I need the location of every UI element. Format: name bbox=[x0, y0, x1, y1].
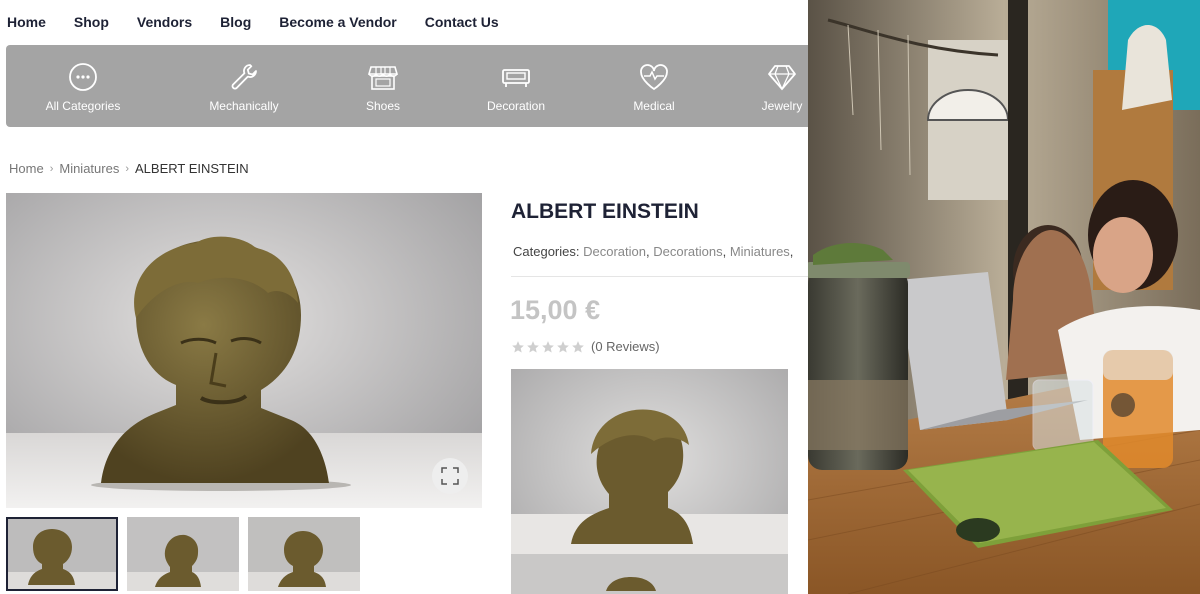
category-shoes[interactable]: Shoes bbox=[323, 61, 443, 113]
cafe-photo bbox=[808, 0, 1200, 594]
cafe-laptop-scene-image bbox=[808, 0, 1200, 594]
star-icon bbox=[512, 340, 524, 353]
categories-label: Categories: bbox=[513, 244, 580, 259]
category-bar: All Categories Mechanically Shoes Decora… bbox=[6, 45, 808, 127]
chevron-right-icon: › bbox=[49, 162, 54, 175]
chevron-right-icon: › bbox=[125, 162, 129, 175]
product-main-image[interactable] bbox=[6, 193, 482, 508]
thumbnail-1[interactable] bbox=[6, 517, 118, 591]
category-link-decoration[interactable]: Decoration bbox=[583, 244, 646, 259]
heartbeat-icon bbox=[640, 64, 668, 91]
einstein-bust-back-thumb bbox=[248, 517, 360, 591]
category-label: Shoes bbox=[365, 99, 401, 113]
thumbnail-3[interactable] bbox=[248, 517, 360, 591]
product-price: 15,00 € bbox=[510, 295, 601, 325]
breadcrumb-home[interactable]: Home bbox=[9, 161, 44, 176]
einstein-bust-side-thumb bbox=[127, 517, 239, 591]
expand-icon bbox=[441, 467, 459, 485]
breadcrumb-current: ALBERT EINSTEIN bbox=[135, 161, 249, 176]
einstein-bust-side-photo bbox=[511, 369, 788, 594]
nav-vendors[interactable]: Vendors bbox=[137, 14, 192, 30]
comma-separator: , bbox=[789, 244, 794, 259]
comma-separator: , bbox=[722, 244, 730, 259]
wrench-icon bbox=[231, 64, 257, 90]
star-icon bbox=[527, 340, 539, 353]
category-decoration[interactable]: Decoration bbox=[456, 61, 576, 113]
divider bbox=[511, 276, 808, 277]
zoom-button[interactable] bbox=[432, 458, 468, 494]
breadcrumb: Home › Miniatures › ALBERT EINSTEIN bbox=[9, 161, 249, 176]
category-label: Mechanically bbox=[209, 99, 279, 113]
category-label: Jewelry bbox=[761, 99, 803, 113]
category-label: Decoration bbox=[486, 99, 546, 113]
more-dots-icon bbox=[69, 63, 97, 91]
category-label: All Categories bbox=[45, 99, 121, 113]
star-rating bbox=[511, 340, 585, 354]
star-icon bbox=[572, 340, 584, 353]
nav-shop[interactable]: Shop bbox=[74, 14, 109, 30]
thumbnail-2[interactable] bbox=[127, 517, 239, 591]
category-mechanically[interactable]: Mechanically bbox=[184, 61, 304, 113]
category-link-decorations[interactable]: Decorations bbox=[653, 244, 722, 259]
top-navigation: Home Shop Vendors Blog Become a Vendor C… bbox=[0, 0, 520, 44]
breadcrumb-parent[interactable]: Miniatures bbox=[59, 161, 119, 176]
product-secondary-image[interactable] bbox=[511, 369, 788, 594]
einstein-bust-front-thumb bbox=[6, 517, 118, 591]
product-categories: Categories: Decoration, Decorations, Min… bbox=[513, 244, 793, 259]
nav-blog[interactable]: Blog bbox=[220, 14, 251, 30]
shop-page: Home Shop Vendors Blog Become a Vendor C… bbox=[0, 0, 808, 594]
nav-become-vendor[interactable]: Become a Vendor bbox=[279, 14, 397, 30]
star-icon bbox=[542, 340, 554, 353]
category-link-miniatures[interactable]: Miniatures bbox=[730, 244, 790, 259]
store-icon bbox=[367, 66, 399, 90]
category-all[interactable]: All Categories bbox=[23, 61, 143, 113]
nav-home[interactable]: Home bbox=[7, 14, 46, 30]
einstein-bust-photo bbox=[6, 193, 482, 508]
category-label: Medical bbox=[633, 99, 675, 113]
thumbnail-gallery bbox=[6, 517, 360, 591]
diamond-icon bbox=[768, 65, 796, 91]
category-jewelry[interactable]: Jewelry bbox=[722, 61, 808, 113]
star-icon bbox=[557, 340, 569, 353]
product-rating: (0 Reviews) bbox=[511, 339, 660, 354]
reviews-link[interactable]: (0 Reviews) bbox=[591, 339, 660, 354]
nav-contact-us[interactable]: Contact Us bbox=[425, 14, 499, 30]
product-title: ALBERT EINSTEIN bbox=[511, 200, 699, 223]
sofa-icon bbox=[502, 69, 530, 87]
category-medical[interactable]: Medical bbox=[594, 61, 714, 113]
